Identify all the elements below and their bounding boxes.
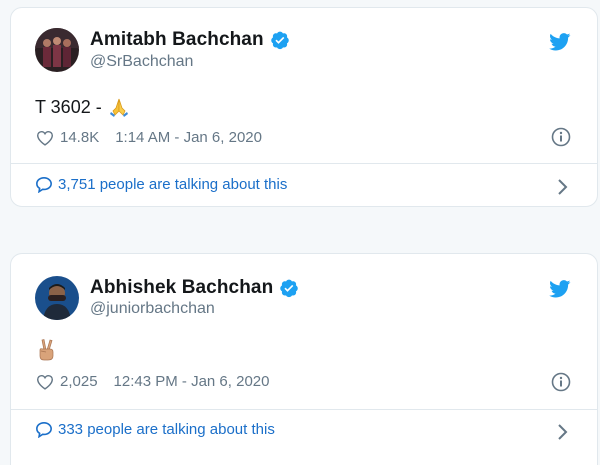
verified-badge-icon: [280, 279, 299, 298]
tweet-card: Abhishek Bachchan @juniorbachchan 2,025 …: [10, 253, 598, 465]
divider: [11, 409, 597, 410]
tweet-meta: 2,025 12:43 PM - Jan 6, 2020: [36, 373, 269, 390]
author-handle[interactable]: @juniorbachchan: [90, 300, 215, 318]
tweet-text: T 3602 -: [35, 96, 130, 118]
speech-bubble-icon: [36, 421, 52, 438]
tweet-meta: 14.8K 1:14 AM - Jan 6, 2020: [36, 129, 262, 146]
author-name[interactable]: Amitabh Bachchan: [90, 29, 264, 51]
tweet-text: [35, 338, 57, 362]
talking-count-text[interactable]: 3,751 people are talking about this: [58, 176, 287, 193]
victory-hand-icon: [39, 339, 54, 361]
speech-bubble-icon: [36, 176, 52, 193]
chevron-right-icon[interactable]: [557, 178, 569, 196]
conversation-link[interactable]: 333 people are talking about this: [35, 421, 275, 438]
avatar[interactable]: [35, 276, 79, 320]
conversation-link[interactable]: 3,751 people are talking about this: [35, 176, 287, 193]
twitter-bird-icon[interactable]: [549, 280, 571, 298]
heart-icon[interactable]: [36, 374, 54, 390]
tweet-text-content: T 3602 -: [35, 96, 102, 117]
info-icon[interactable]: [551, 127, 571, 147]
like-count[interactable]: 2,025: [60, 373, 98, 390]
chevron-right-icon[interactable]: [557, 423, 569, 441]
author-handle[interactable]: @SrBachchan: [90, 53, 193, 71]
folded-hands-icon: [109, 98, 128, 117]
divider: [11, 163, 597, 164]
info-icon[interactable]: [551, 372, 571, 392]
author-name[interactable]: Abhishek Bachchan: [90, 277, 273, 299]
tweet-card: Amitabh Bachchan @SrBachchan T 3602 - 14…: [10, 7, 598, 207]
talking-count-text[interactable]: 333 people are talking about this: [58, 421, 275, 438]
tweet-timestamp[interactable]: 12:43 PM - Jan 6, 2020: [114, 373, 270, 390]
tweet-timestamp[interactable]: 1:14 AM - Jan 6, 2020: [115, 129, 262, 146]
heart-icon[interactable]: [36, 130, 54, 146]
like-count[interactable]: 14.8K: [60, 129, 99, 146]
verified-badge-icon: [270, 31, 289, 50]
twitter-bird-icon[interactable]: [549, 33, 571, 51]
avatar[interactable]: [35, 28, 79, 72]
